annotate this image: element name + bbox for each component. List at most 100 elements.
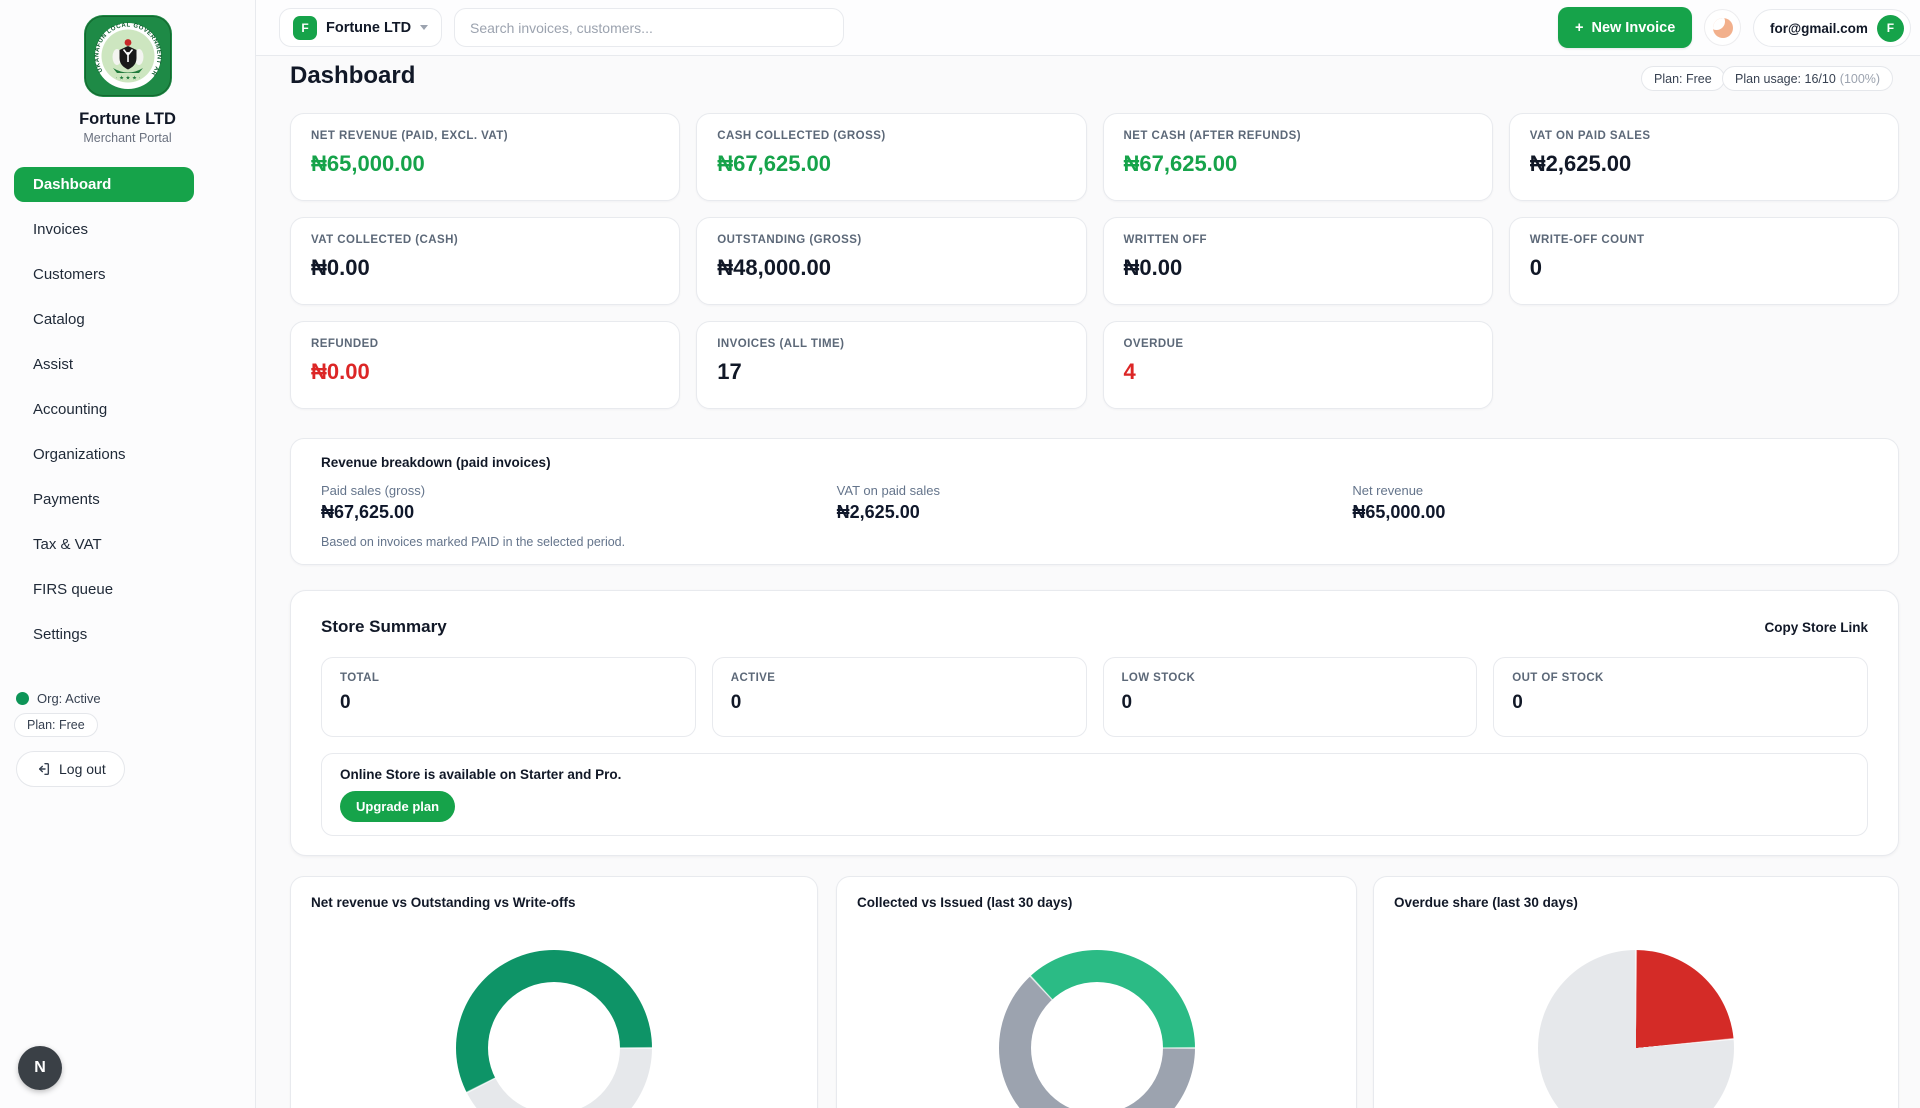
store-stat-box: ACTIVE 0	[711, 657, 1087, 737]
store-stat-value: 0	[730, 692, 742, 713]
store-stat-label: LOW STOCK	[1121, 672, 1196, 684]
store-stat-value: 0	[1121, 692, 1133, 713]
chevron-down-icon	[420, 25, 429, 30]
donut-chart-net-revenue	[456, 950, 652, 1108]
stat-card: WRITE-OFF COUNT 0	[1508, 217, 1899, 305]
sidebar-item-label: Catalog	[33, 311, 85, 328]
chart-card-collected-issued: Collected vs Issued (last 30 days)	[836, 876, 1357, 1108]
store-stat-value: 0	[340, 692, 351, 713]
stat-label: VAT ON PAID SALES	[1529, 130, 1651, 142]
sidebar-item-payments[interactable]: Payments	[0, 477, 255, 522]
org-logo: UKANAFUN LOCAL GOVERNMENT AREA · ★ ★ ★ ·	[82, 11, 172, 97]
sidebar-item-organizations[interactable]: Organizations	[0, 432, 255, 477]
store-stat-label: ACTIVE	[730, 672, 776, 684]
org-selector-label: Fortune LTD	[326, 19, 412, 36]
sidebar-item-label: Invoices	[33, 221, 89, 238]
sidebar-item-tax-vat[interactable]: Tax & VAT	[0, 522, 255, 567]
user-menu[interactable]: for@gmail.com F	[1753, 9, 1911, 47]
plan-usage-percent: (100%)	[1839, 71, 1881, 86]
stat-card: INVOICES (ALL TIME) 17	[696, 321, 1087, 409]
revenue-column-label: VAT on paid sales	[836, 483, 940, 498]
sidebar-item-customers[interactable]: Customers	[0, 252, 255, 297]
stat-card: REFUNDED ₦0.00	[290, 321, 681, 409]
stat-label: OUTSTANDING (GROSS)	[717, 234, 862, 246]
chart-card-overdue-share: Overdue share (last 30 days)	[1373, 876, 1899, 1108]
stat-value: ₦2,625.00	[1529, 151, 1632, 176]
org-active-dot-icon	[16, 692, 29, 705]
n-logo-button[interactable]: N	[18, 1046, 62, 1090]
theme-toggle-button[interactable]	[1704, 9, 1741, 46]
sidebar-item-accounting[interactable]: Accounting	[0, 387, 255, 432]
stat-value: 17	[717, 359, 742, 384]
copy-store-link[interactable]: Copy Store Link	[1764, 620, 1868, 635]
stat-value: ₦0.00	[311, 359, 370, 384]
revenue-column-label: Net revenue	[1352, 483, 1424, 498]
user-email: for@gmail.com	[1770, 20, 1868, 36]
sidebar-item-dashboard[interactable]: Dashboard	[0, 162, 255, 207]
donut-hole	[488, 982, 620, 1108]
plan-usage-badge: Plan usage: 16/10 (100%)	[1722, 66, 1894, 91]
upgrade-plan-button[interactable]: Upgrade plan	[340, 791, 456, 822]
stats-grid: NET REVENUE (PAID, EXCL. VAT) ₦65,000.00 C…	[290, 113, 1899, 409]
new-invoice-label: New Invoice	[1591, 19, 1676, 36]
logout-button[interactable]: Log out	[16, 751, 125, 787]
new-invoice-button[interactable]: + New Invoice	[1558, 7, 1693, 48]
chart-card-net-revenue: Net revenue vs Outstanding vs Write-offs	[290, 876, 818, 1108]
sidebar-item-firs-queue[interactable]: FIRS queue	[0, 567, 255, 612]
revenue-column: Paid sales (gross) ₦67,625.00	[321, 483, 837, 523]
sidebar: UKANAFUN LOCAL GOVERNMENT AREA · ★ ★ ★ ·…	[0, 0, 256, 1108]
page-title: Dashboard	[290, 62, 416, 89]
chart-title: Overdue share (last 30 days)	[1394, 895, 1578, 910]
search-input[interactable]	[454, 8, 844, 47]
stat-card: CASH COLLECTED (GROSS) ₦67,625.00	[696, 113, 1087, 201]
stat-label: WRITTEN OFF	[1123, 234, 1208, 246]
store-stat-label: OUT OF STOCK	[1512, 672, 1604, 684]
donut-chart-collected-issued	[998, 950, 1195, 1108]
revenue-column-label: Paid sales (gross)	[321, 483, 426, 498]
stat-label: OVERDUE	[1123, 338, 1184, 350]
avatar: F	[1876, 14, 1904, 42]
topbar: F Fortune LTD + New Invoice for@gmail.co…	[256, 0, 1920, 56]
stat-value: ₦0.00	[311, 255, 370, 280]
brand-name: Fortune LTD	[79, 110, 176, 128]
stat-value: 4	[1123, 359, 1136, 384]
org-status: Org: Active	[16, 691, 101, 706]
stat-label: WRITE-OFF COUNT	[1529, 234, 1645, 246]
sidebar-item-label: Payments	[33, 491, 100, 508]
logout-icon	[35, 761, 51, 777]
store-summary-card: Store Summary Copy Store Link TOTAL 0 ACTI…	[290, 590, 1899, 856]
sidebar-nav: Dashboard Invoices Customers Catalog Assist A…	[0, 162, 255, 657]
stat-label: VAT COLLECTED (CASH)	[311, 234, 459, 246]
logout-label: Log out	[59, 761, 106, 777]
stat-label: INVOICES (ALL TIME)	[717, 338, 845, 350]
sidebar-item-settings[interactable]: Settings	[0, 612, 255, 657]
sidebar-item-catalog[interactable]: Catalog	[0, 297, 255, 342]
sidebar-plan-badge: Plan: Free	[14, 713, 98, 737]
sidebar-item-invoices[interactable]: Invoices	[0, 207, 255, 252]
stat-card: OVERDUE 4	[1102, 321, 1493, 409]
stat-value: ₦67,625.00	[1123, 151, 1238, 176]
plan-badge: Plan: Free	[1641, 66, 1725, 91]
stat-label: NET CASH (AFTER REFUNDS)	[1123, 130, 1302, 142]
store-stat-box: LOW STOCK 0	[1102, 657, 1478, 737]
org-selector[interactable]: F Fortune LTD	[279, 8, 443, 47]
stat-card: NET REVENUE (PAID, EXCL. VAT) ₦65,000.00	[290, 113, 681, 201]
stat-value: ₦67,625.00	[717, 151, 832, 176]
plan-usage-label: Plan usage: 16/10	[1735, 71, 1836, 86]
sidebar-item-assist[interactable]: Assist	[0, 342, 255, 387]
revenue-column-value: ₦2,625.00	[836, 502, 920, 522]
stat-card: VAT COLLECTED (CASH) ₦0.00	[290, 217, 681, 305]
stat-value: 0	[1529, 255, 1542, 280]
revenue-breakdown-footnote: Based on invoices marked PAID in the sel…	[321, 535, 626, 549]
sidebar-item-label: Customers	[33, 266, 106, 283]
revenue-column-value: ₦65,000.00	[1352, 502, 1446, 522]
moon-icon	[1712, 17, 1733, 38]
sidebar-item-label: Settings	[33, 626, 88, 643]
stat-label: REFUNDED	[311, 338, 379, 350]
revenue-column: Net revenue ₦65,000.00	[1352, 483, 1868, 523]
chart-title: Net revenue vs Outstanding vs Write-offs	[311, 895, 576, 910]
org-status-label: Org: Active	[37, 691, 101, 706]
stat-value: ₦0.00	[1123, 255, 1183, 280]
pie-chart-overdue-share	[1538, 950, 1734, 1108]
plus-icon: +	[1575, 19, 1584, 36]
